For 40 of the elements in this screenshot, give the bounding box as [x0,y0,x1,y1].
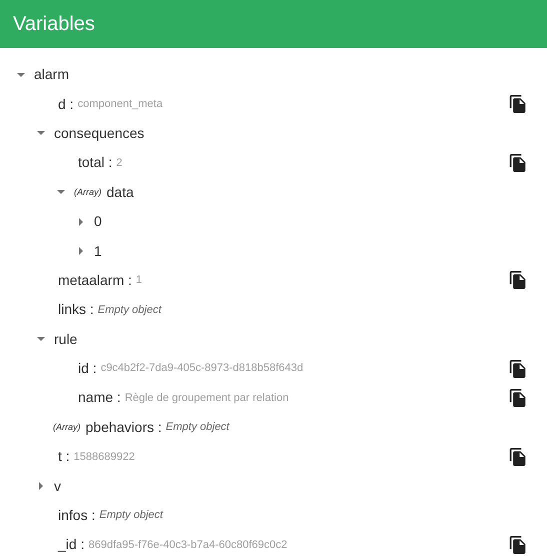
type-tag: (Array) [53,420,80,434]
key-label: infos : [58,506,96,526]
copy-icon[interactable] [509,534,527,555]
copy-icon[interactable] [509,358,527,379]
value-text: Empty object [166,420,230,436]
copy-icon[interactable] [509,388,527,408]
key-label: metaalarm : [58,270,132,290]
key-label: links : [58,300,94,320]
key-label: id : [78,359,97,378]
type-tag: (Array) [74,186,102,199]
key-label[interactable]: consequences [54,122,144,144]
key-label[interactable]: data [106,182,134,203]
key-label[interactable]: 0 [94,211,102,232]
key-label: total : [78,153,112,172]
copy-icon[interactable] [509,152,527,173]
key-label[interactable]: v [54,476,61,497]
expand-caret-icon[interactable] [76,246,86,256]
value-text: Empty object [98,302,162,318]
value-text: 1588689922 [74,450,135,465]
key-label: d : [58,94,74,114]
value-text: Empty object [99,508,163,524]
copy-icon[interactable] [509,270,527,290]
expand-caret-icon[interactable] [36,481,46,492]
key-label[interactable]: 1 [94,240,102,262]
value-text: component_meta [78,96,163,112]
copy-icon[interactable] [509,94,527,114]
expand-caret-icon[interactable] [76,216,86,227]
key-label: t : [58,447,70,466]
value-text: 2 [116,156,122,171]
key-label[interactable]: rule [54,328,78,350]
value-text: 869dfa95-f76e-40c3-b7a4-60c80f69c0c2 [88,538,288,553]
header-title: Variables [13,12,95,37]
key-label[interactable]: alarm [34,64,70,86]
copy-icon[interactable] [509,446,527,467]
value-text: Règle de groupement par relation [124,390,289,406]
key-label: _id : [58,535,84,554]
key-label: name : [78,388,121,408]
key-label: pbehaviors : [86,418,162,437]
value-text: c9c4b2f2-7da9-405c-8973-d818b58f643d [100,361,304,376]
value-text: 1 [136,273,142,288]
